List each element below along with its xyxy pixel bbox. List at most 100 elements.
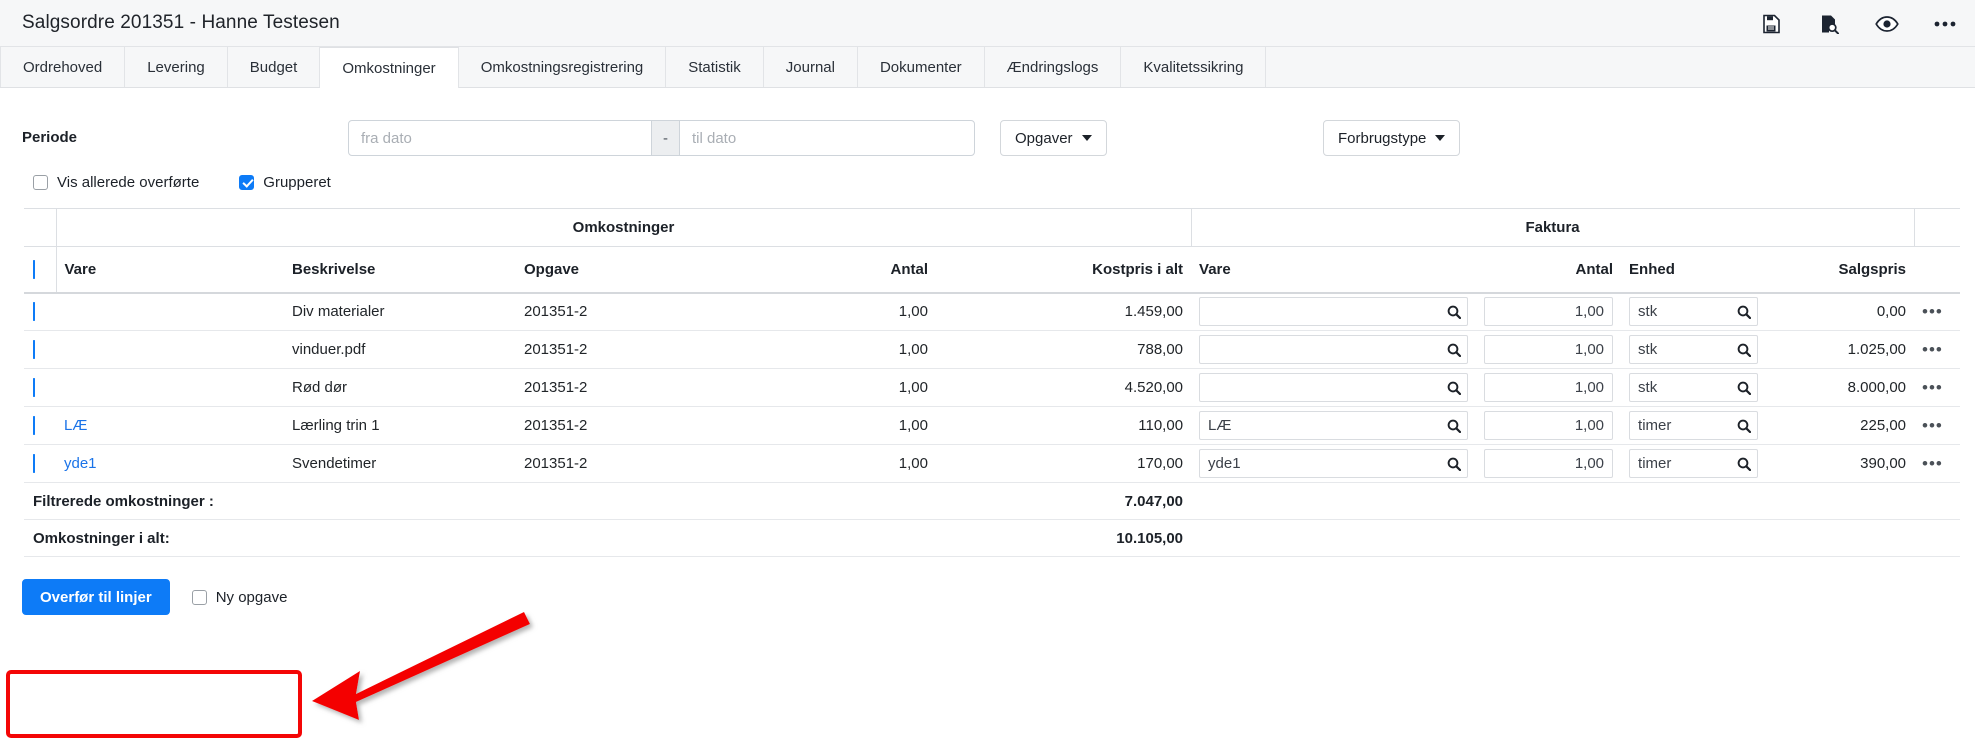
search-icon[interactable]	[1737, 457, 1752, 471]
cell-invoice-vare[interactable]	[1191, 444, 1477, 483]
table-row[interactable]: LÆ Lærling trin 1 201351-2 1,00 110,00 L…	[24, 406, 1961, 445]
cell-invoice-vare[interactable]	[1191, 406, 1477, 445]
opgaver-dropdown-button[interactable]: Opgaver	[1000, 120, 1107, 156]
cell-enhed[interactable]	[1621, 368, 1767, 407]
table-row[interactable]: Rød dør 201351-2 1,00 4.520,00 1,00 stk …	[24, 368, 1961, 407]
cell-cost-vare[interactable]	[56, 368, 284, 407]
tab-statistik[interactable]: Statistik	[666, 47, 764, 87]
invoice-antal-input[interactable]	[1484, 335, 1614, 364]
row-checkbox[interactable]	[33, 378, 35, 397]
cell-invoice-antal[interactable]	[1476, 330, 1622, 369]
grouped-checkbox[interactable]	[239, 174, 255, 190]
invoice-antal-input[interactable]	[1484, 411, 1614, 440]
tab-budget[interactable]: Budget	[228, 47, 321, 87]
row-checkbox[interactable]	[33, 340, 35, 359]
invoice-vare-input[interactable]	[1199, 411, 1469, 440]
col-header-salgspris[interactable]: Salgspris	[1766, 246, 1915, 294]
cell-enhed[interactable]	[1621, 444, 1767, 483]
col-header-invoice-vare[interactable]: Vare	[1191, 246, 1477, 294]
cell-invoice-vare[interactable]	[1191, 368, 1477, 407]
search-icon[interactable]	[1737, 381, 1752, 395]
cell-invoice-antal[interactable]	[1476, 368, 1622, 407]
invoice-vare-input[interactable]	[1199, 335, 1469, 364]
search-icon[interactable]	[1737, 343, 1752, 357]
row-select-cell[interactable]	[24, 330, 56, 369]
invoice-vare-input[interactable]	[1199, 373, 1469, 402]
select-all-checkbox[interactable]	[33, 259, 35, 279]
search-icon[interactable]	[1447, 305, 1462, 319]
cost-vare-link[interactable]: yde1	[64, 455, 97, 472]
search-icon[interactable]	[1447, 457, 1462, 471]
transfer-to-lines-button[interactable]: Overfør til linjer	[22, 579, 170, 615]
invoice-vare-input[interactable]	[1199, 449, 1469, 478]
search-icon[interactable]	[1737, 305, 1752, 319]
cell-enhed[interactable]	[1621, 406, 1767, 445]
cell-row-menu[interactable]: •••	[1914, 406, 1961, 445]
cell-invoice-antal[interactable]	[1476, 292, 1622, 331]
cell-cost-vare[interactable]	[56, 292, 284, 331]
invoice-antal-input[interactable]	[1484, 373, 1614, 402]
search-icon[interactable]	[1447, 381, 1462, 395]
cell-invoice-antal[interactable]	[1476, 406, 1622, 445]
row-menu-icon[interactable]: •••	[1922, 302, 1943, 321]
cell-row-menu[interactable]: •••	[1914, 330, 1961, 369]
table-row[interactable]: yde1 Svendetimer 201351-2 1,00 170,00 yd…	[24, 444, 1961, 483]
table-row[interactable]: vinduer.pdf 201351-2 1,00 788,00 1,00 st…	[24, 330, 1961, 369]
date-from-input[interactable]	[348, 120, 652, 156]
row-select-cell[interactable]	[24, 368, 56, 407]
row-select-cell[interactable]	[24, 292, 56, 331]
invoice-vare-input[interactable]	[1199, 297, 1469, 327]
save-document-icon[interactable]	[1759, 12, 1783, 36]
row-checkbox[interactable]	[33, 302, 35, 322]
cell-cost-vare[interactable]	[56, 330, 284, 369]
row-menu-icon[interactable]: •••	[1922, 454, 1943, 473]
col-header-beskrivelse[interactable]: Beskrivelse	[284, 246, 516, 294]
row-menu-icon[interactable]: •••	[1922, 378, 1943, 397]
new-task-checkbox-item[interactable]: Ny opgave	[191, 589, 287, 606]
tab-omkostningsregistrering[interactable]: Omkostningsregistrering	[459, 47, 667, 87]
cell-invoice-antal[interactable]	[1476, 444, 1622, 483]
row-menu-icon[interactable]: •••	[1922, 416, 1943, 435]
eye-icon[interactable]	[1875, 12, 1899, 36]
document-search-icon[interactable]	[1817, 12, 1841, 36]
tab-omkostninger[interactable]: Omkostninger	[320, 47, 459, 88]
col-header-antal[interactable]: Antal	[716, 246, 936, 294]
tab-aendringslogs[interactable]: Ændringslogs	[985, 47, 1122, 87]
date-to-input[interactable]	[679, 120, 975, 156]
row-menu-icon[interactable]: •••	[1922, 340, 1943, 359]
ellipsis-icon[interactable]	[1933, 12, 1957, 36]
cell-enhed[interactable]	[1621, 330, 1767, 369]
show-transferred-checkbox[interactable]	[33, 174, 48, 190]
tab-dokumenter[interactable]: Dokumenter	[858, 47, 985, 87]
col-header-opgave[interactable]: Opgave	[516, 246, 716, 294]
row-select-cell[interactable]	[24, 444, 56, 483]
invoice-antal-input[interactable]	[1484, 449, 1614, 478]
cell-cost-vare[interactable]: LÆ	[56, 406, 284, 445]
col-header-kostpris[interactable]: Kostpris i alt	[936, 246, 1192, 294]
cost-vare-link[interactable]: LÆ	[64, 417, 87, 434]
cell-cost-vare[interactable]: yde1	[56, 444, 284, 483]
search-icon[interactable]	[1737, 419, 1752, 433]
row-checkbox[interactable]	[33, 454, 35, 473]
col-header-cost-vare[interactable]: Vare	[56, 246, 284, 294]
select-all-header[interactable]	[24, 246, 57, 294]
tab-kvalitetssikring[interactable]: Kvalitetssikring	[1121, 47, 1267, 87]
row-checkbox[interactable]	[33, 416, 35, 435]
search-icon[interactable]	[1447, 419, 1462, 433]
cell-row-menu[interactable]: •••	[1914, 368, 1961, 407]
tab-journal[interactable]: Journal	[764, 47, 858, 87]
cell-row-menu[interactable]: •••	[1914, 292, 1961, 331]
cell-enhed[interactable]	[1621, 292, 1767, 331]
tab-ordrehoved[interactable]: Ordrehoved	[0, 47, 126, 87]
row-select-cell[interactable]	[24, 406, 56, 445]
col-header-enhed[interactable]: Enhed	[1621, 246, 1767, 294]
new-task-checkbox[interactable]	[191, 589, 207, 605]
show-transferred-checkbox-item[interactable]: Vis allerede overførte	[33, 174, 199, 191]
grouped-checkbox-item[interactable]: Grupperet	[239, 174, 331, 191]
forbrugstype-dropdown-button[interactable]: Forbrugstype	[1323, 120, 1461, 156]
cell-invoice-vare[interactable]	[1191, 330, 1477, 369]
table-row[interactable]: Div materialer 201351-2 1,00 1.459,00 1,…	[24, 292, 1961, 331]
search-icon[interactable]	[1447, 343, 1462, 357]
tab-levering[interactable]: Levering	[125, 47, 228, 87]
cell-invoice-vare[interactable]	[1191, 292, 1477, 331]
